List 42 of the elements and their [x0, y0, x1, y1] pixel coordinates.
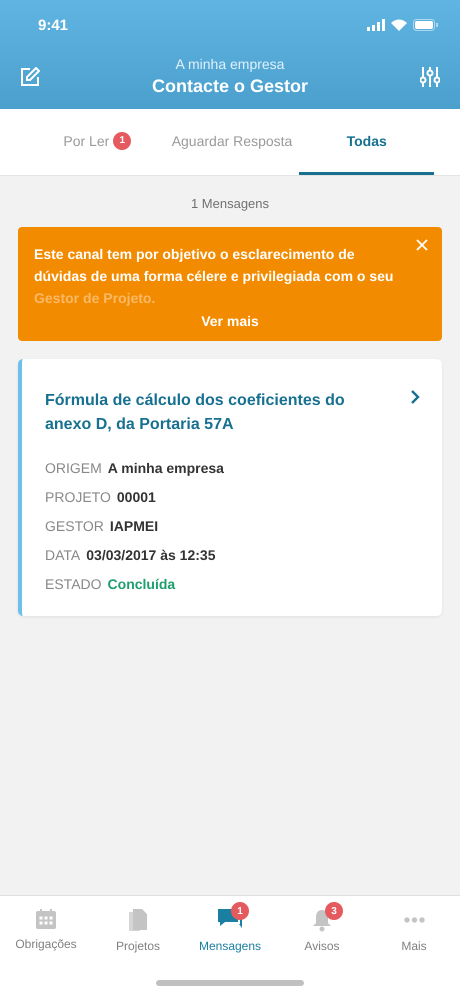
battery-icon: [413, 19, 438, 31]
more-icon: [404, 917, 424, 923]
count-badge: 1: [231, 902, 249, 920]
bell-icon: [311, 908, 333, 932]
field-value: A minha empresa: [108, 460, 224, 476]
tab[interactable]: Por Ler 1: [30, 109, 165, 175]
tab-bar-item[interactable]: Mais: [368, 900, 460, 953]
tab-bar-item[interactable]: 1 Mensagens: [184, 900, 276, 953]
message-count: 1 Mensagens: [190, 196, 270, 211]
field-label: PROJETO: [45, 489, 111, 505]
filter-icon[interactable]: [420, 66, 440, 88]
field-label: GESTOR: [45, 518, 104, 534]
field-value: 03/03/2017 às 12:35: [86, 547, 216, 563]
close-icon: [416, 239, 428, 251]
header-subtitle: A minha empresa: [176, 56, 284, 72]
signal-icon: [367, 19, 385, 31]
see-more-button[interactable]: Ver mais: [193, 309, 267, 333]
tab-bar-item[interactable]: Obrigações: [0, 900, 92, 953]
count-badge: 3: [325, 902, 343, 920]
message-card[interactable]: Fórmula de cálculo dos coeficientes do anexo D, da Portaria 57A ORIGEM A minha empresa PROJETO 00001 GESTOR IAPMEI DATA 03/03/2017 às 12:35 ESTADO Concluída: [18, 359, 442, 616]
banner-text: Este canal tem por objetivo o esclarecimento de: [34, 245, 356, 264]
header-title: Contacte o Gestor: [152, 76, 308, 97]
field-label: ORIGEM: [45, 460, 102, 476]
tab-bar-item[interactable]: Projetos: [92, 900, 184, 953]
field-label: DATA: [45, 547, 80, 563]
status-time: 9:41: [38, 16, 68, 34]
field-value: 00001: [116, 489, 156, 505]
wifi-icon: [391, 19, 407, 31]
banner-text: Gestor de Projeto.: [34, 289, 156, 308]
message-title: Fórmula de cálculo dos coeficientes do anexo D, da Portaria 57A: [45, 391, 345, 435]
calendar-icon: [35, 908, 57, 930]
tab[interactable]: Aguardar Resposta: [164, 109, 300, 175]
field-value: IAPMEI: [110, 518, 158, 534]
field-label: ESTADO: [45, 576, 102, 592]
field-value: Concluída: [108, 576, 176, 592]
banner-text: dúvidas de uma forma célere e privilegiada com o seu: [34, 267, 394, 286]
chevron-right-icon: [410, 389, 420, 405]
unread-badge: 1: [113, 132, 132, 150]
tab[interactable]: Todas: [299, 109, 434, 175]
tab-bar-item[interactable]: 3 Avisos: [276, 900, 368, 953]
compose-icon[interactable]: [20, 66, 40, 86]
document-icon: [128, 908, 148, 932]
